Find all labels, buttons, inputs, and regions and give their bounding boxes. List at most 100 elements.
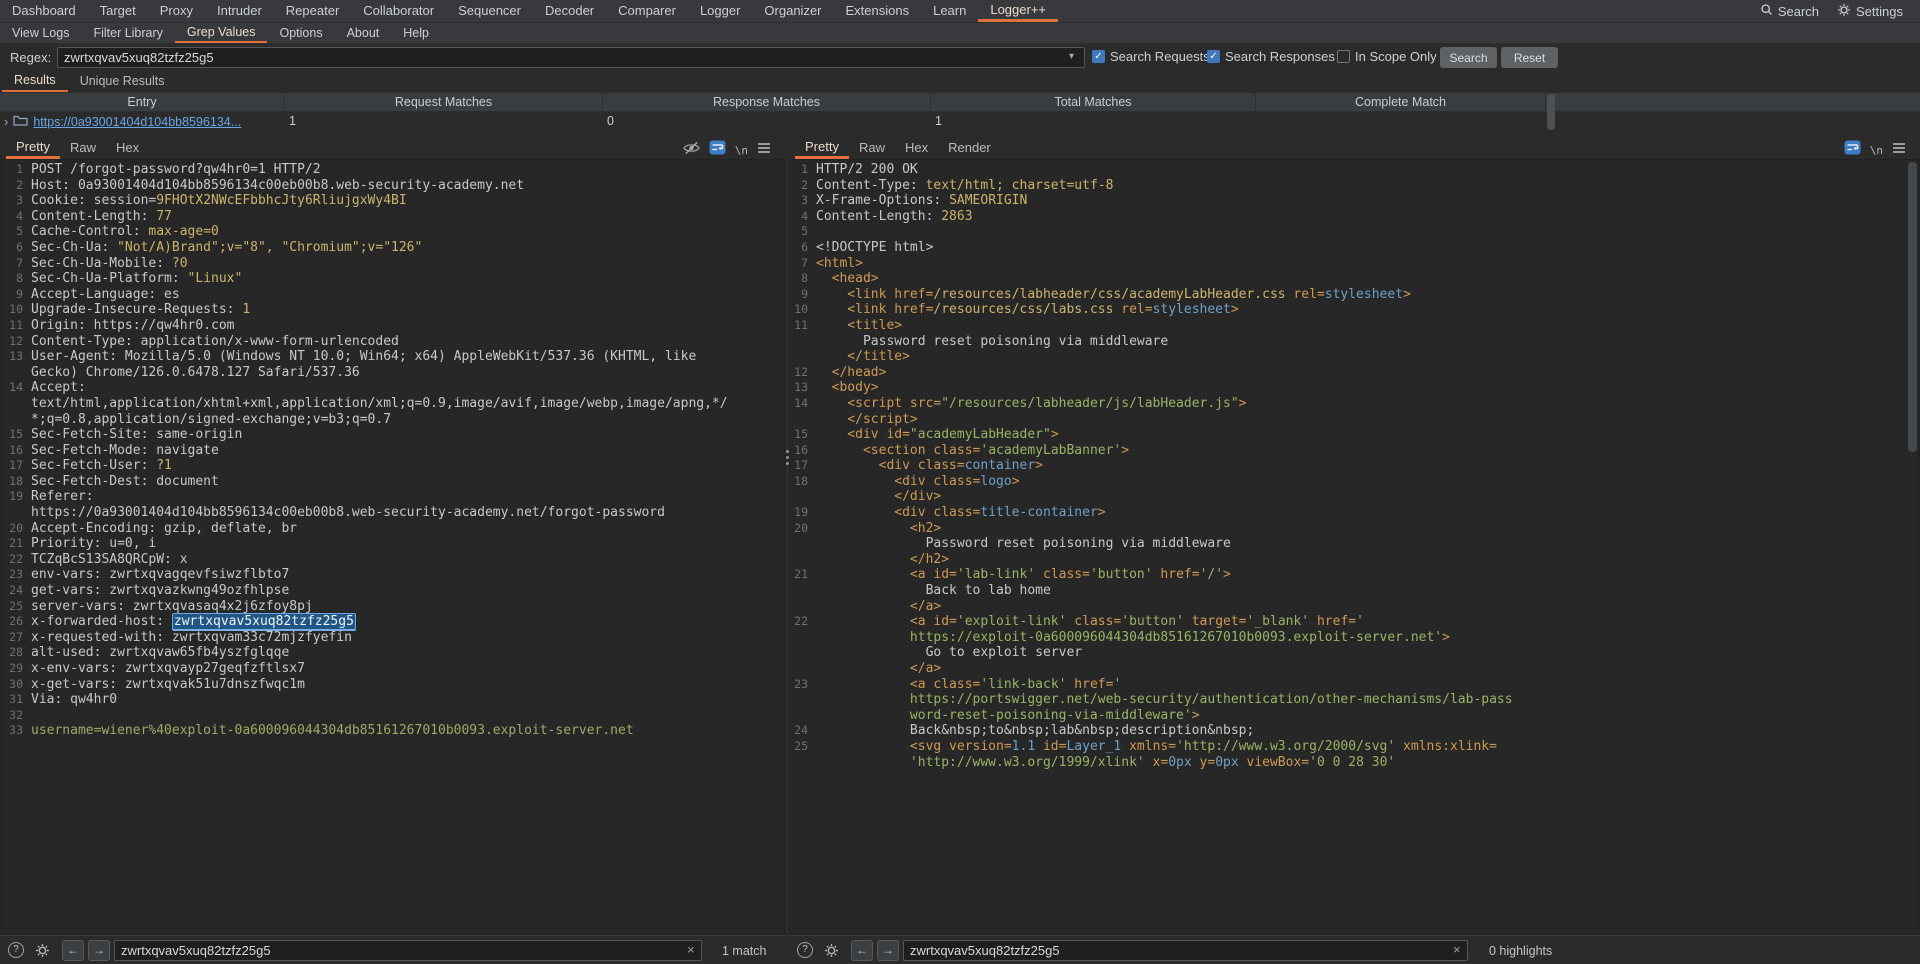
find-previous-button[interactable]: ← (851, 940, 873, 961)
response-tab-hex[interactable]: Hex (895, 137, 938, 159)
line-number (1, 396, 31, 412)
editor-line-text: <h2> (816, 521, 941, 537)
request-tab-raw[interactable]: Raw (60, 137, 106, 159)
editor-line-text: Sec-Ch-Ua-Platform: "Linux" (31, 271, 242, 287)
menu-item-proxy[interactable]: Proxy (148, 0, 205, 22)
help-icon[interactable]: ? (797, 942, 813, 958)
editor-menu-icon[interactable] (757, 141, 771, 159)
column-header-response-matches[interactable]: Response Matches (603, 93, 931, 112)
editor-row: *;q=0.8,application/signed-exchange;v=b3… (1, 412, 784, 428)
entry-cell[interactable]: › https://0a93001404d104bb8596134... (4, 112, 282, 131)
show-newlines-icon[interactable]: \n (735, 144, 748, 157)
regex-dropdown-arrow[interactable]: ▾ (1069, 51, 1074, 62)
request-find-input[interactable] (114, 940, 702, 961)
result-row[interactable]: › https://0a93001404d104bb8596134... 1 0… (0, 112, 1920, 131)
line-number: 17 (1, 458, 31, 474)
line-number: 5 (1, 224, 31, 240)
line-number (790, 334, 816, 350)
request-editor[interactable]: 1POST /forgot-password?qw4hr0=1 HTTP/22H… (0, 159, 785, 935)
menu-item-learn[interactable]: Learn (921, 0, 978, 22)
menu-item-dashboard[interactable]: Dashboard (0, 0, 88, 22)
column-header-total-matches[interactable]: Total Matches (931, 93, 1256, 112)
submenu-item-view-logs[interactable]: View Logs (0, 23, 81, 43)
response-editor[interactable]: 1HTTP/2 200 OK2Content-Type: text/html; … (789, 159, 1920, 935)
column-header-entry[interactable]: Entry (0, 93, 285, 112)
checkbox-label: Search Responses (1225, 49, 1335, 64)
menu-item-intruder[interactable]: Intruder (205, 0, 274, 22)
menu-item-collaborator[interactable]: Collaborator (351, 0, 446, 22)
menu-item-target[interactable]: Target (88, 0, 148, 22)
checkbox-in-scope-only[interactable]: In Scope Only (1337, 49, 1437, 64)
reset-button[interactable]: Reset (1501, 47, 1558, 68)
find-settings-gear-icon[interactable] (35, 943, 50, 963)
settings-menu-button[interactable]: Settings (1828, 3, 1912, 20)
entry-link[interactable]: https://0a93001404d104bb8596134... (33, 115, 241, 129)
results-tab-unique-results[interactable]: Unique Results (68, 71, 177, 92)
line-number (790, 349, 816, 365)
response-find-input[interactable] (903, 940, 1468, 961)
menu-item-logger[interactable]: Logger++ (978, 0, 1058, 22)
top-menu-items: DashboardTargetProxyIntruderRepeaterColl… (0, 0, 1058, 22)
request-find-bar: ? ← → × 1 match (0, 935, 785, 964)
submenu-item-about[interactable]: About (335, 23, 392, 43)
editor-row: 6<!DOCTYPE html> (790, 240, 1919, 256)
menu-item-comparer[interactable]: Comparer (606, 0, 688, 22)
editor-menu-icon[interactable] (1892, 141, 1906, 159)
help-icon[interactable]: ? (8, 942, 24, 958)
editor-line-text: Content-Type: text/html; charset=utf-8 (816, 178, 1113, 194)
find-previous-button[interactable]: ← (62, 940, 84, 961)
menu-item-organizer[interactable]: Organizer (752, 0, 833, 22)
response-tab-raw[interactable]: Raw (849, 137, 895, 159)
editor-line-text: <div class=logo> (816, 474, 1020, 490)
results-tab-results[interactable]: Results (2, 71, 68, 92)
find-settings-gear-icon[interactable] (824, 943, 839, 963)
checkbox-unchecked-icon[interactable] (1337, 50, 1350, 63)
editor-row: 24get-vars: zwrtxqvazkwng49ozfhlpse (1, 583, 784, 599)
response-scrollbar[interactable] (1908, 162, 1917, 452)
editor-row: 11 <title> (790, 318, 1919, 334)
results-table-header: EntryRequest MatchesResponse MatchesTota… (0, 92, 1920, 112)
submenu-item-filter-library[interactable]: Filter Library (81, 23, 174, 43)
menu-item-logger[interactable]: Logger (688, 0, 752, 22)
grep-bar: Regex: ▾ Search Reset ✓Search Requests✓S… (0, 44, 1920, 71)
editor-line-text: Sec-Fetch-Mode: navigate (31, 443, 219, 459)
clear-search-icon[interactable]: × (687, 942, 695, 957)
checkbox-checked-icon[interactable]: ✓ (1092, 50, 1105, 63)
column-header-complete-match[interactable]: Complete Match (1256, 93, 1546, 112)
line-number: 28 (1, 645, 31, 661)
clear-search-icon[interactable]: × (1453, 942, 1461, 957)
hide-items-eye-icon[interactable] (683, 141, 700, 160)
editor-row: 10Upgrade-Insecure-Requests: 1 (1, 302, 784, 318)
checkbox-search-requests[interactable]: ✓Search Requests (1092, 49, 1210, 64)
submenu-item-options[interactable]: Options (267, 23, 334, 43)
request-tab-hex[interactable]: Hex (106, 137, 149, 159)
find-next-button[interactable]: → (877, 940, 899, 961)
editor-row: 32 (1, 708, 784, 724)
show-newlines-icon[interactable]: \n (1870, 144, 1883, 157)
response-tab-render[interactable]: Render (938, 137, 1001, 159)
editor-line-text: POST /forgot-password?qw4hr0=1 HTTP/2 (31, 162, 321, 178)
expand-chevron-icon[interactable]: › (4, 114, 8, 129)
column-header-request-matches[interactable]: Request Matches (285, 93, 603, 112)
soft-wrap-icon[interactable] (1844, 140, 1861, 160)
find-next-button[interactable]: → (88, 940, 110, 961)
editor-line-text: Sec-Fetch-Site: same-origin (31, 427, 242, 443)
editor-line-text: Content-Type: application/x-www-form-url… (31, 334, 399, 350)
request-tab-pretty[interactable]: Pretty (6, 137, 60, 159)
menu-item-extensions[interactable]: Extensions (834, 0, 922, 22)
results-table-scrollbar[interactable] (1547, 94, 1555, 130)
menu-item-decoder[interactable]: Decoder (533, 0, 606, 22)
soft-wrap-icon[interactable] (709, 140, 726, 160)
submenu-item-grep-values[interactable]: Grep Values (175, 23, 268, 43)
editor-line-text: Content-Length: 2863 (816, 209, 973, 225)
checkbox-checked-icon[interactable]: ✓ (1207, 50, 1220, 63)
editor-row: 4Content-Length: 2863 (790, 209, 1919, 225)
menu-item-repeater[interactable]: Repeater (274, 0, 351, 22)
checkbox-search-responses[interactable]: ✓ Search Responses (1207, 49, 1335, 64)
regex-input[interactable] (57, 47, 1085, 68)
search-button[interactable]: Search (1440, 47, 1497, 68)
submenu-item-help[interactable]: Help (391, 23, 441, 43)
menu-item-sequencer[interactable]: Sequencer (446, 0, 533, 22)
response-tab-pretty[interactable]: Pretty (795, 137, 849, 159)
search-menu-button[interactable]: Search (1751, 3, 1828, 19)
